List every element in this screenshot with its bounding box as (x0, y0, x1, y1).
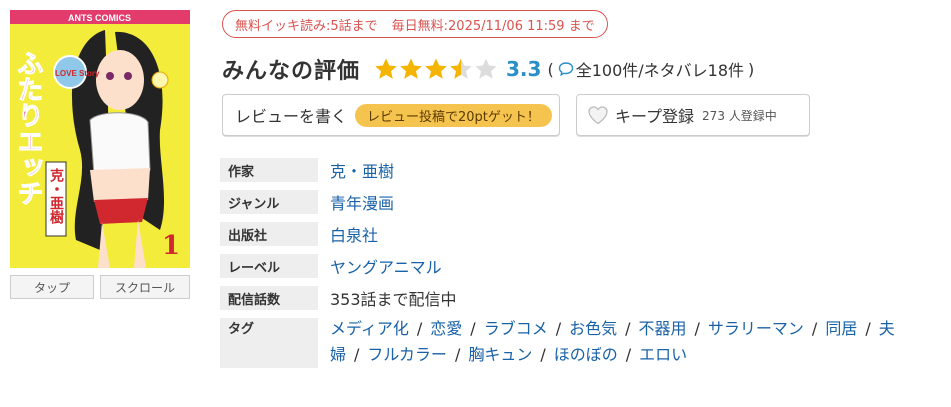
rating-row: みんなの評価 3.3 ( 全100件/ネタバレ18件 ) (222, 54, 937, 84)
star-icon-half (450, 58, 472, 79)
tag-separator: / (625, 345, 632, 364)
tap-mode-button[interactable]: タップ (10, 275, 94, 299)
tag-link[interactable]: メディア化 (330, 319, 409, 338)
open-paren: ( (547, 59, 554, 79)
tag-separator: / (694, 319, 700, 338)
write-review-label: レビューを書く (235, 107, 348, 126)
tag-link[interactable]: 同居 (825, 319, 857, 338)
heart-icon (588, 106, 608, 125)
free-read-text: 無料イッキ読み:5話まで (235, 18, 378, 34)
tag-link[interactable]: サラリーマン (708, 319, 804, 338)
tag-separator: / (555, 319, 562, 338)
info-row-episodes: 配信話数 353話まで配信中 (220, 286, 910, 310)
review-count-text: 全100件/ネタバレ18件 (575, 61, 744, 80)
product-info: 無料イッキ読み:5話まで 毎日無料:2025/11/06 11:59 まで みん… (220, 10, 937, 376)
star-icon-full (425, 58, 447, 79)
tag-separator: / (811, 319, 818, 338)
tag-separator: / (354, 345, 360, 364)
tag-link[interactable]: 胸キュン (468, 345, 532, 364)
label-label: レーベル (220, 254, 318, 278)
tag-link[interactable]: フルカラー (367, 345, 447, 364)
campaign-badge: 無料イッキ読み:5話まで 毎日無料:2025/11/06 11:59 まで (222, 10, 608, 38)
review-count-link[interactable]: ( 全100件/ネタバレ18件 ) (547, 57, 754, 81)
tag-separator: / (454, 345, 461, 364)
episodes-label: 配信話数 (220, 286, 318, 310)
comment-bubble-icon (558, 62, 573, 77)
label-link[interactable]: ヤングアニマル (330, 258, 442, 277)
daily-free-text: 毎日無料:2025/11/06 11:59 まで (391, 18, 595, 34)
author-label: 作家 (220, 158, 318, 182)
cover-badge: LOVE Story (55, 69, 100, 78)
tag-separator: / (865, 319, 871, 338)
star-icon-empty (475, 58, 497, 79)
info-row-label: レーベル ヤングアニマル (220, 254, 910, 278)
keep-count: 273 人登録中 (702, 108, 777, 123)
keep-label: キープ登録 (615, 107, 695, 126)
rating-score: 3.3 (506, 57, 542, 81)
tag-list: メディア化 / 恋愛 / ラブコメ / お色気 / 不器用 / サラリーマン / 同居 / 夫婦 / フルカラー… (330, 316, 910, 368)
info-row-genre: ジャンル 青年漫画 (220, 190, 910, 214)
tag-link[interactable]: ラブコメ (484, 319, 548, 338)
tag-separator: / (470, 319, 476, 338)
info-table: 作家 克・亜樹 ジャンル 青年漫画 出版社 白泉社 レーベル ヤングアニマル 配… (220, 150, 910, 376)
keep-button[interactable]: キープ登録 273 人登録中 (576, 94, 810, 136)
rating-title: みんなの評価 (222, 59, 361, 84)
tag-separator: / (625, 319, 631, 338)
tag-separator: / (540, 345, 546, 364)
review-promo-badge: レビュー投稿で20ptゲット！ (355, 103, 552, 127)
reader-mode-buttons: タップ スクロール (10, 275, 190, 299)
tag-separator: / (416, 319, 423, 338)
episodes-value: 353話まで配信中 (330, 290, 457, 309)
star-icon-full (375, 58, 397, 79)
info-row-publisher: 出版社 白泉社 (220, 222, 910, 246)
author-link[interactable]: 克・亜樹 (330, 162, 394, 181)
genre-label: ジャンル (220, 190, 318, 214)
publisher-label: 出版社 (220, 222, 318, 246)
tag-link[interactable]: エロい (639, 345, 687, 364)
star-rating (374, 57, 498, 81)
book-cover[interactable]: ANTS COMICS LOVE Story ふたりエッチ 克・亜樹 1 (10, 10, 190, 268)
star-icon-full (400, 58, 422, 79)
tag-link[interactable]: 恋愛 (430, 319, 462, 338)
publisher-link[interactable]: 白泉社 (330, 226, 378, 245)
scroll-mode-button[interactable]: スクロール (100, 275, 190, 299)
close-paren: ) (748, 59, 755, 79)
cover-title-art: ふたりエッチ (13, 50, 43, 206)
genre-link[interactable]: 青年漫画 (330, 194, 394, 213)
tags-label: タグ (220, 318, 318, 368)
tag-link[interactable]: ほのぼの (554, 345, 618, 364)
tag-link[interactable]: お色気 (569, 319, 617, 338)
info-row-author: 作家 克・亜樹 (220, 158, 910, 182)
write-review-button[interactable]: レビューを書く レビュー投稿で20ptゲット！ (222, 94, 560, 136)
cover-author-mark: 克・亜樹 (48, 167, 64, 225)
info-row-tags: タグ メディア化 / 恋愛 / ラブコメ / お色気 / 不器用 / サラリーマン / 同居 / 夫婦 / フル… (220, 318, 910, 368)
action-row: レビューを書く レビュー投稿で20ptゲット！ キープ登録 273 人登録中 (222, 94, 937, 136)
cover-series-mark: ANTS COMICS (68, 13, 131, 23)
cover-volume: 1 (162, 231, 180, 261)
tag-link[interactable]: 不器用 (639, 319, 687, 338)
